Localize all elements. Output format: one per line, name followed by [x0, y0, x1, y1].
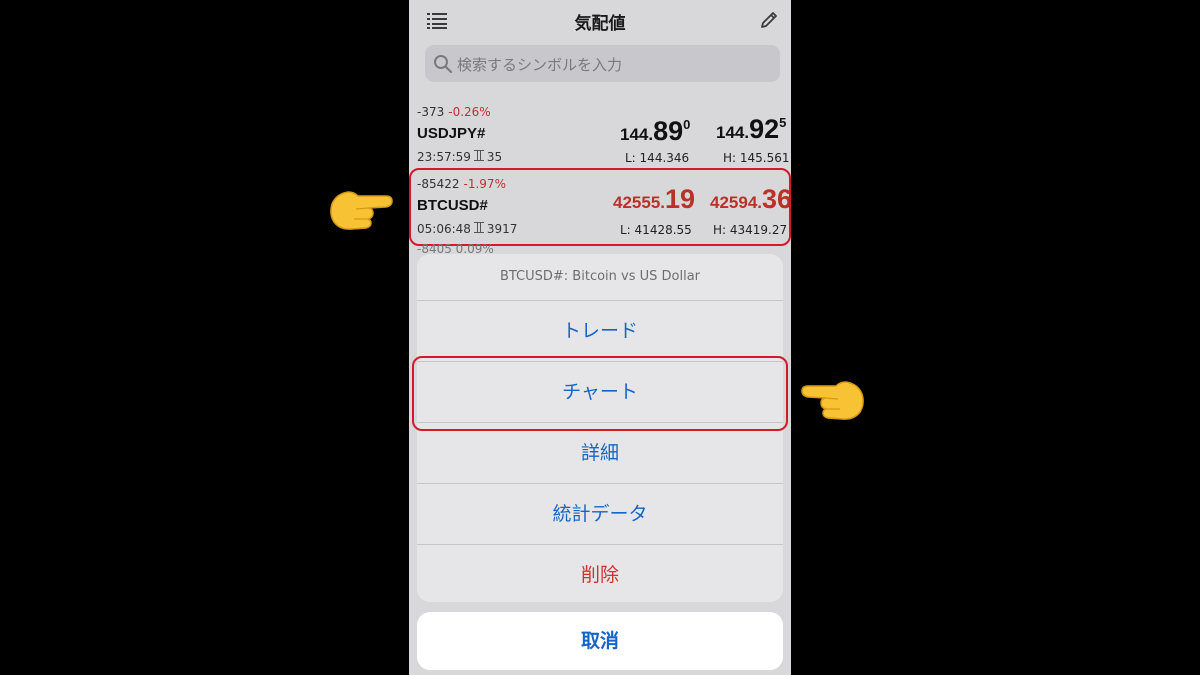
pencil-icon[interactable] — [759, 10, 779, 30]
page-title: 気配値 — [574, 14, 626, 34]
trade-button[interactable]: トレード — [417, 301, 783, 362]
symbol-name: USDJPY# — [417, 125, 486, 142]
search-input[interactable]: 検索するシンボルを入力 — [425, 45, 780, 82]
pointing-hand-icon — [330, 191, 393, 230]
details-button[interactable]: 詳細 — [417, 423, 783, 484]
highlight-btcusd-row — [409, 168, 791, 246]
search-placeholder: 検索するシンボルを入力 — [457, 56, 623, 74]
high-price: H: 145.561 — [723, 151, 790, 165]
cancel-button[interactable]: 取消 — [417, 612, 783, 670]
pointing-hand-icon — [801, 381, 864, 420]
highlight-chart-option — [412, 356, 788, 431]
ask-price: 144.925 — [716, 114, 787, 144]
action-sheet-title: BTCUSD#: Bitcoin vs US Dollar — [417, 254, 783, 301]
quote-row-usdjpy[interactable]: -373 -0.26% USDJPY# 23:57:59 35 144.890 L:… — [409, 100, 791, 172]
search-icon — [434, 55, 453, 74]
low-price: L: 144.346 — [625, 151, 690, 165]
spread-icon — [473, 150, 484, 161]
statistics-button[interactable]: 統計データ — [417, 484, 783, 545]
bid-price: 144.890 — [620, 116, 691, 146]
navigation-bar: 気配値 — [409, 0, 791, 42]
delete-button[interactable]: 削除 — [417, 545, 783, 602]
phone-screen: 気配値 検索するシンボルを入力 -373 -0.26% USDJPY# 23:57… — [409, 0, 791, 675]
daily-change: -373 -0.26% — [417, 105, 491, 119]
quote-time: 23:57:59 35 — [417, 150, 503, 164]
